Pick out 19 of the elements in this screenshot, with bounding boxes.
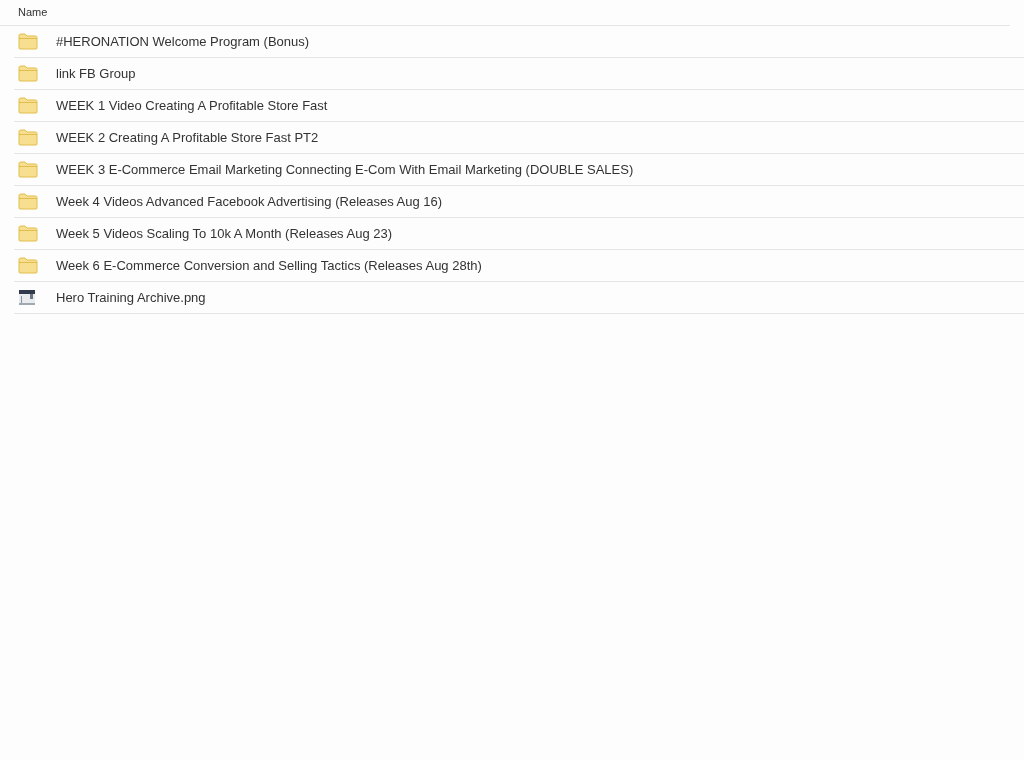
file-name[interactable]: Week 4 Videos Advanced Facebook Advertising (Releases Aug 16) [56,191,443,212]
folder-icon [18,193,38,210]
folder-icon [18,161,38,178]
folder-icon [18,257,38,274]
file-name[interactable]: Week 6 E-Commerce Conversion and Selling Tactics (Releases Aug 28th) [56,255,482,276]
folder-icon [18,97,38,114]
folder-icon [18,225,38,242]
file-name[interactable]: Hero Training Archive.png [56,287,206,308]
folder-icon [18,129,38,146]
file-name[interactable]: WEEK 2 Creating A Profitable Store Fast PT2 [56,127,319,148]
file-name[interactable]: Week 5 Videos Scaling To 10k A Month (Releases Aug 23) [56,223,393,244]
column-header[interactable]: Name [18,4,48,21]
file-name[interactable]: #HERONATION Welcome Program (Bonus) [56,31,310,52]
image-file-icon [18,289,36,306]
folder-icon [18,65,38,82]
file-name[interactable]: WEEK 1 Video Creating A Profitable Store Fast [56,95,328,116]
file-name[interactable]: WEEK 3 E-Commerce Email Marketing Connecting E-Com With Email Marketing (DOUBLE SALES) [56,159,634,180]
file-name[interactable]: link FB Group [56,63,136,84]
folder-icon [18,33,38,50]
